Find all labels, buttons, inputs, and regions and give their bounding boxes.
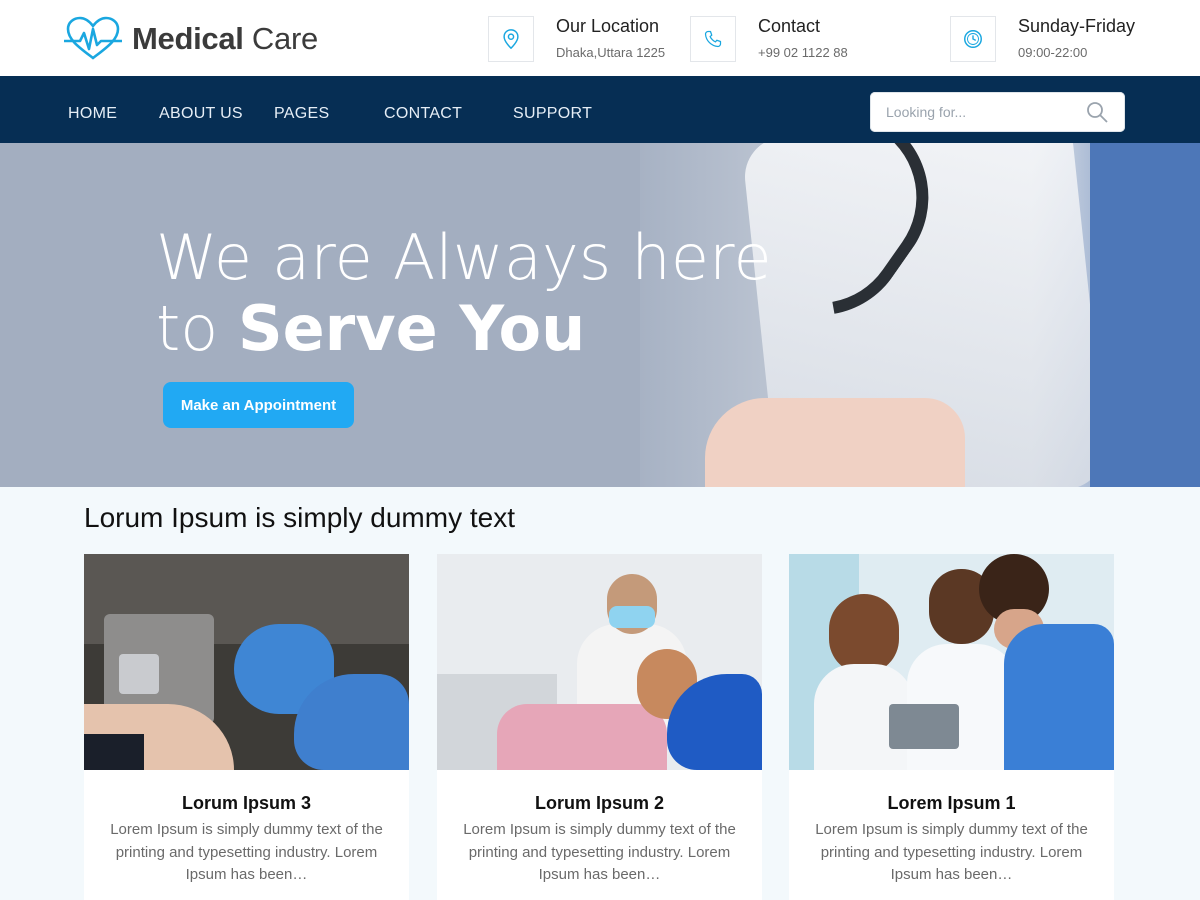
location-title: Our Location — [556, 16, 660, 36]
brand-name: Medical Care — [132, 21, 318, 56]
section-title: Lorum Ipsum is simply dummy text — [84, 502, 515, 533]
hero-headline-line2: to Serve You — [156, 292, 586, 365]
contact-phone[interactable]: +99 02 1122 88 — [758, 45, 848, 60]
hero-scrub — [1090, 143, 1200, 487]
top-bar: Medical Care Our Location Dhaka,Uttara 1… — [0, 0, 1200, 76]
service-card-3[interactable]: Lorum Ipsum 3 Lorem Ipsum is simply dumm… — [84, 554, 409, 900]
nav-support[interactable]: SUPPORT — [513, 105, 592, 123]
clock-icon — [964, 30, 982, 48]
nav-contact[interactable]: CONTACT — [384, 105, 462, 123]
hours-time: 09:00-22:00 — [1018, 45, 1088, 60]
search-icon[interactable] — [1085, 100, 1109, 124]
brand-logo[interactable]: Medical Care — [62, 16, 318, 62]
medical-team-image — [789, 554, 1114, 770]
clock-box — [950, 16, 996, 62]
phone-icon — [704, 30, 722, 48]
hero-headline-line1: We are Always here — [156, 221, 772, 294]
hours-days: Sunday-Friday — [1018, 16, 1136, 36]
card-description: Lorem Ipsum is simply dummy text of the … — [815, 821, 1088, 883]
nav-about-us[interactable]: ABOUT US — [159, 105, 243, 123]
make-appointment-button[interactable]: Make an Appointment — [163, 382, 354, 428]
location-pin-box — [488, 16, 534, 62]
hours-info: Sunday-Friday 09:00-22:00 — [950, 16, 1135, 62]
nav-pages[interactable]: PAGES — [274, 105, 329, 123]
nav-home[interactable]: HOME — [68, 105, 117, 123]
contact-info: Contact +99 02 1122 88 — [690, 16, 848, 62]
search-input[interactable] — [870, 92, 1088, 132]
card-title: Lorum Ipsum 3 — [181, 793, 311, 813]
card-title: Lorum Ipsum 2 — [534, 793, 664, 813]
card-description: Lorem Ipsum is simply dummy text of the … — [110, 821, 383, 883]
contact-title: Contact — [758, 16, 821, 36]
service-card-2[interactable]: Lorum Ipsum 2 Lorem Ipsum is simply dumm… — [437, 554, 762, 900]
location-address: Dhaka,Uttara 1225 — [556, 45, 666, 60]
service-card-1[interactable]: Lorem Ipsum 1 Lorem Ipsum is simply dumm… — [789, 554, 1114, 900]
card-description: Lorem Ipsum is simply dummy text of the … — [463, 821, 736, 883]
location-pin-icon — [503, 29, 519, 50]
search-box — [870, 92, 1125, 132]
lab-test-image — [84, 554, 409, 770]
location-info: Our Location Dhaka,Uttara 1225 — [488, 16, 665, 62]
hero-hand — [705, 398, 965, 487]
phone-box — [690, 16, 736, 62]
card-title: Lorem Ipsum 1 — [887, 793, 1016, 813]
heart-pulse-icon — [64, 16, 122, 60]
dentist-image — [437, 554, 762, 770]
